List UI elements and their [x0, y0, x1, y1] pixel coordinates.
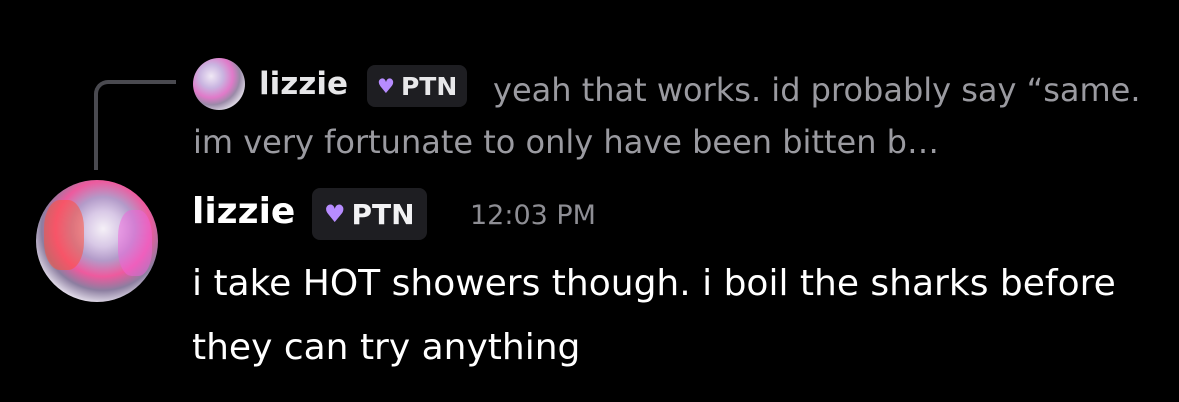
- reply-server-tag[interactable]: ♥ PTN: [367, 65, 468, 107]
- reply-server-tag-label: PTN: [400, 71, 458, 101]
- author-name[interactable]: lizzie: [192, 188, 295, 236]
- server-tag[interactable]: ♥ PTN: [312, 188, 427, 240]
- purple-heart-icon: ♥: [324, 200, 346, 228]
- message-content: i take HOT showers though. i boil the sh…: [192, 263, 1116, 368]
- purple-heart-icon: ♥: [377, 74, 395, 98]
- reply-connector-line: [94, 80, 176, 170]
- server-tag-label: PTN: [351, 197, 415, 231]
- reply-author-name[interactable]: lizzie: [259, 64, 348, 104]
- author-avatar[interactable]: [36, 180, 158, 302]
- message-timestamp: 12:03 PM: [470, 200, 596, 231]
